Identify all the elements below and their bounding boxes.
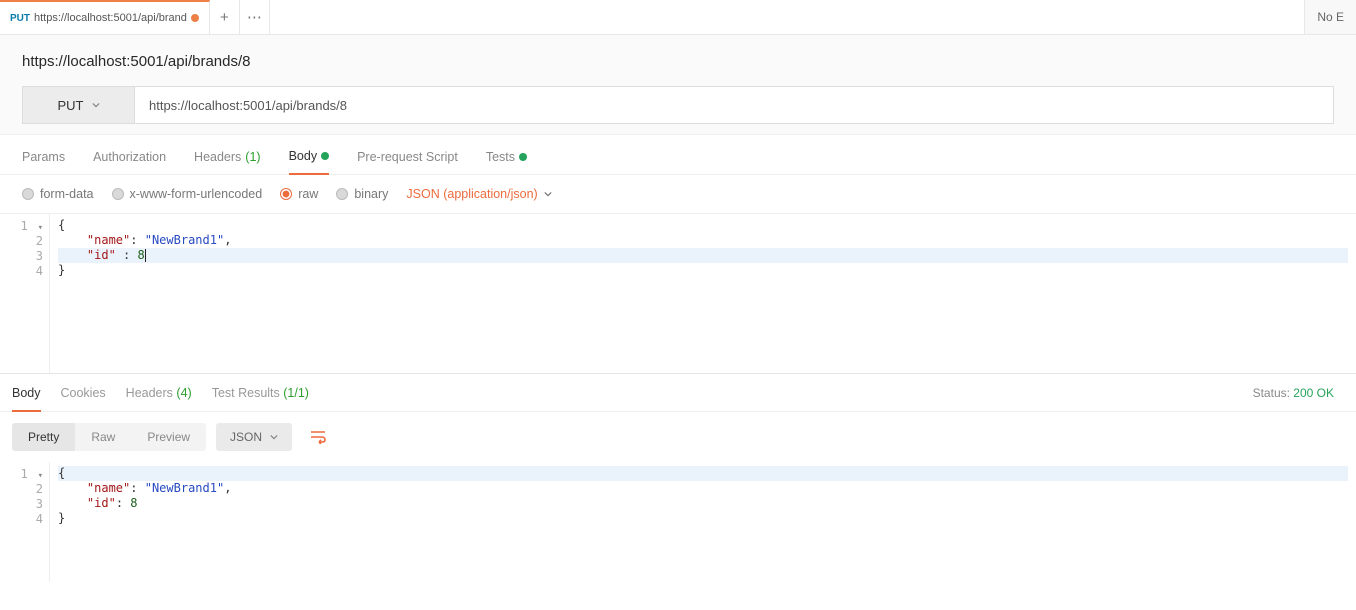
request-title: https://localhost:5001/api/brands/8: [22, 53, 1334, 70]
tab-label: https://localhost:5001/api/brand: [34, 12, 187, 24]
content-type-select[interactable]: JSON (application/json): [406, 187, 551, 201]
url-input[interactable]: [135, 86, 1334, 124]
unsaved-dot-icon: [191, 14, 199, 22]
tab-prerequest[interactable]: Pre-request Script: [357, 149, 458, 174]
line-gutter: 1 ▾ 2 3 4: [0, 214, 50, 373]
radio-binary[interactable]: binary: [336, 187, 388, 201]
tab-method: PUT: [10, 13, 30, 24]
tab-headers[interactable]: Headers (1): [194, 149, 261, 174]
environment-selector[interactable]: No E: [1304, 0, 1356, 34]
radio-urlencoded[interactable]: x-www-form-urlencoded: [112, 187, 263, 201]
resp-tab-headers[interactable]: Headers (4): [126, 386, 192, 410]
line-gutter: 1 ▾ 2 3 4: [0, 462, 50, 582]
chevron-down-icon: [270, 433, 278, 441]
resp-tab-body[interactable]: Body: [12, 386, 41, 412]
wrap-lines-button[interactable]: [302, 422, 334, 452]
tab-overflow-button[interactable]: ⋯: [240, 0, 270, 34]
radio-form-data[interactable]: form-data: [22, 187, 94, 201]
radio-raw[interactable]: raw: [280, 187, 318, 201]
tab-params[interactable]: Params: [22, 149, 65, 174]
response-format-select[interactable]: JSON: [216, 423, 292, 451]
request-section: https://localhost:5001/api/brands/8 PUT: [0, 35, 1356, 135]
request-tabs: Params Authorization Headers (1) Body Pr…: [0, 135, 1356, 175]
request-tab[interactable]: PUT https://localhost:5001/api/brand: [0, 0, 210, 34]
request-body-editor[interactable]: 1 ▾ 2 3 4 { "name": "NewBrand1", "id" : …: [0, 214, 1356, 374]
chevron-down-icon: [544, 190, 552, 198]
view-raw[interactable]: Raw: [75, 423, 131, 451]
response-body-viewer[interactable]: 1 ▾ 2 3 4 { "name": "NewBrand1", "id": 8…: [0, 462, 1356, 582]
view-pretty[interactable]: Pretty: [12, 423, 75, 451]
tab-tests[interactable]: Tests: [486, 149, 527, 174]
tab-authorization[interactable]: Authorization: [93, 149, 166, 174]
resp-tab-tests[interactable]: Test Results (1/1): [212, 386, 309, 410]
chevron-down-icon: [92, 101, 100, 109]
tab-bar: PUT https://localhost:5001/api/brand + ⋯…: [0, 0, 1356, 35]
body-type-selector: form-data x-www-form-urlencoded raw bina…: [0, 175, 1356, 214]
dot-indicator-icon: [519, 153, 527, 161]
method-select[interactable]: PUT: [22, 86, 135, 124]
resp-tab-cookies[interactable]: Cookies: [61, 386, 106, 410]
response-view-controls: Pretty Raw Preview JSON: [0, 412, 1356, 462]
new-tab-button[interactable]: +: [210, 0, 240, 34]
cursor-icon: [145, 249, 146, 262]
code-area[interactable]: { "name": "NewBrand1", "id" : 8 }: [50, 214, 1356, 373]
response-tabs: Body Cookies Headers (4) Test Results (1…: [0, 374, 1356, 412]
status-badge: Status: 200 OK: [1253, 386, 1334, 400]
dot-indicator-icon: [321, 152, 329, 160]
wrap-icon: [310, 430, 326, 444]
view-preview[interactable]: Preview: [131, 423, 206, 451]
code-area[interactable]: { "name": "NewBrand1", "id": 8 }: [50, 462, 1356, 582]
tab-body[interactable]: Body: [289, 149, 330, 175]
